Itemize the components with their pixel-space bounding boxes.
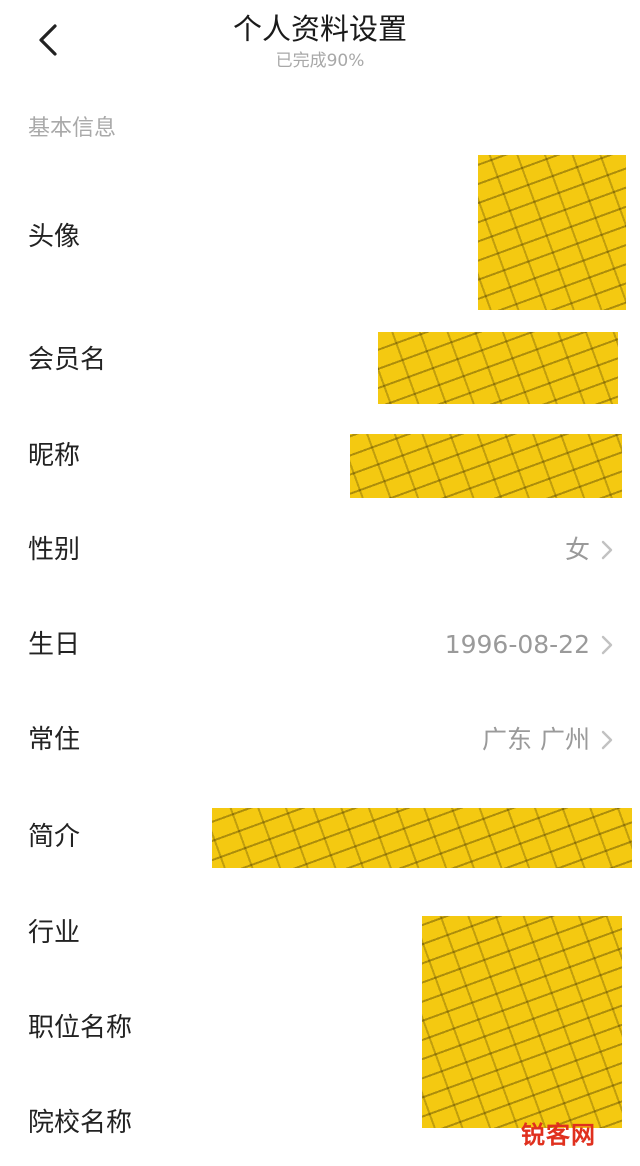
member-name-redaction [378,332,618,404]
nav-header: 个人资料设置 已完成90% [0,0,640,80]
row-avatar[interactable]: 头像 [0,150,640,315]
row-intro[interactable]: 简介 [0,800,640,875]
section-header-basic-info: 基本信息 [28,116,117,141]
birthday-value: 1996-08-22 [444,630,590,659]
career-redaction [422,916,622,1128]
member-name-label: 会员名 [28,345,107,375]
position-label: 职位名称 [28,1013,133,1043]
row-nickname[interactable]: 昵称 [0,420,640,505]
gender-value: 女 [564,535,590,564]
completion-status: 已完成90% [275,51,365,71]
school-label: 院校名称 [28,1108,133,1138]
watermark-logo: 锐客网 [521,1121,596,1149]
industry-label: 行业 [28,918,81,948]
page-title: 个人资料设置 [232,12,407,46]
chevron-right-icon [601,730,613,750]
avatar-redaction [478,155,626,310]
intro-redaction [212,808,632,868]
row-gender[interactable]: 性别 女 [0,515,640,585]
nickname-label: 昵称 [28,441,81,471]
chevron-right-icon [601,540,613,560]
row-birthday[interactable]: 生日 1996-08-22 [0,610,640,680]
intro-label: 简介 [28,822,81,852]
residence-value: 广东 广州 [482,725,590,754]
chevron-right-icon [601,635,613,655]
residence-label: 常住 [28,725,81,755]
nickname-redaction [350,434,622,498]
row-residence[interactable]: 常住 广东 广州 [0,705,640,775]
avatar-label: 头像 [28,222,81,252]
birthday-label: 生日 [28,630,81,660]
row-member-name[interactable]: 会员名 [0,320,640,405]
gender-label: 性别 [28,535,81,565]
